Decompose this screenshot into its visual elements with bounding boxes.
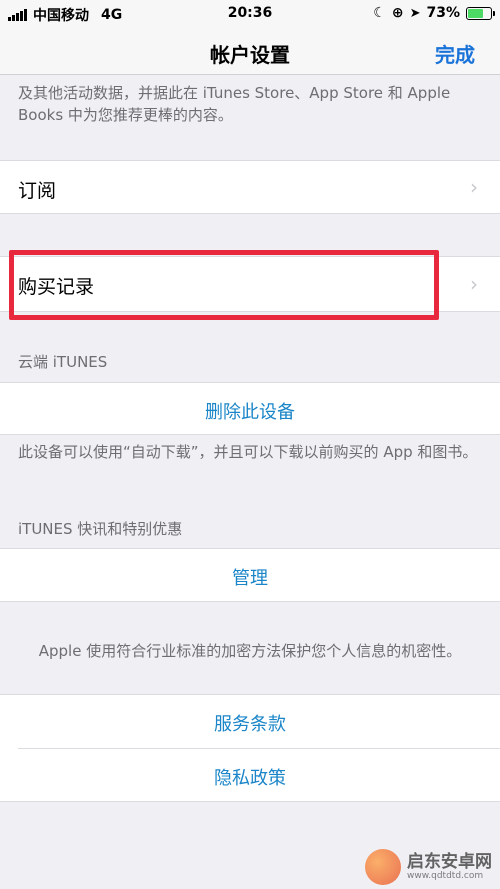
privacy-description: Apple 使用符合行业标准的加密方法保护您个人信息的机密性。: [38, 642, 462, 660]
remove-device-row[interactable]: 删除此设备: [0, 382, 500, 435]
watermark-logo-icon: [365, 849, 401, 885]
battery-icon: [466, 6, 495, 20]
status-bar: 中国移动 4G 20:36 ☾ ⊕ ➤ 73%: [0, 0, 500, 28]
terms-of-service-button[interactable]: 服务条款: [0, 710, 500, 736]
remove-device-button[interactable]: 删除此设备: [0, 398, 500, 424]
done-button[interactable]: 完成: [435, 39, 475, 68]
chevron-right-icon: ›: [470, 272, 478, 296]
legal-group: 服务条款 隐私政策: [0, 694, 500, 802]
cloud-itunes-footer: 此设备可以使用“自动下载”，并且可以下载以前购买的 App 和图书。: [18, 443, 478, 461]
subscriptions-label: 订阅: [18, 180, 57, 202]
watermark: 启东安卓网 www.qdtdtd.com: [365, 849, 492, 885]
chevron-right-icon: ›: [470, 175, 478, 199]
manage-button[interactable]: 管理: [0, 564, 500, 590]
itunes-news-header: iTUNES 快讯和特别优惠: [18, 520, 183, 538]
highlight-box: [9, 250, 439, 320]
location-icon: ➤: [409, 5, 421, 21]
intro-description: 及其他活动数据，并据此在 iTunes Store、App Store 和 Ap…: [18, 84, 451, 124]
status-right: ☾ ⊕ ➤ 73%: [373, 5, 495, 21]
privacy-policy-button[interactable]: 隐私政策: [0, 764, 500, 790]
watermark-url: www.qdtdtd.com: [407, 871, 484, 881]
cloud-itunes-header: 云端 iTUNES: [18, 353, 108, 371]
manage-row[interactable]: 管理: [0, 548, 500, 602]
page-title: 帐户设置: [210, 43, 290, 67]
battery-percent: 73%: [426, 5, 460, 21]
navigation-bar: 帐户设置 完成: [0, 28, 500, 75]
orientation-lock-icon: ⊕: [391, 5, 404, 21]
watermark-name: 启东安卓网: [407, 852, 492, 872]
divider: [18, 748, 500, 749]
moon-icon: ☾: [373, 5, 386, 21]
subscriptions-row[interactable]: 订阅 ›: [0, 160, 500, 214]
battery-level: [468, 8, 483, 18]
